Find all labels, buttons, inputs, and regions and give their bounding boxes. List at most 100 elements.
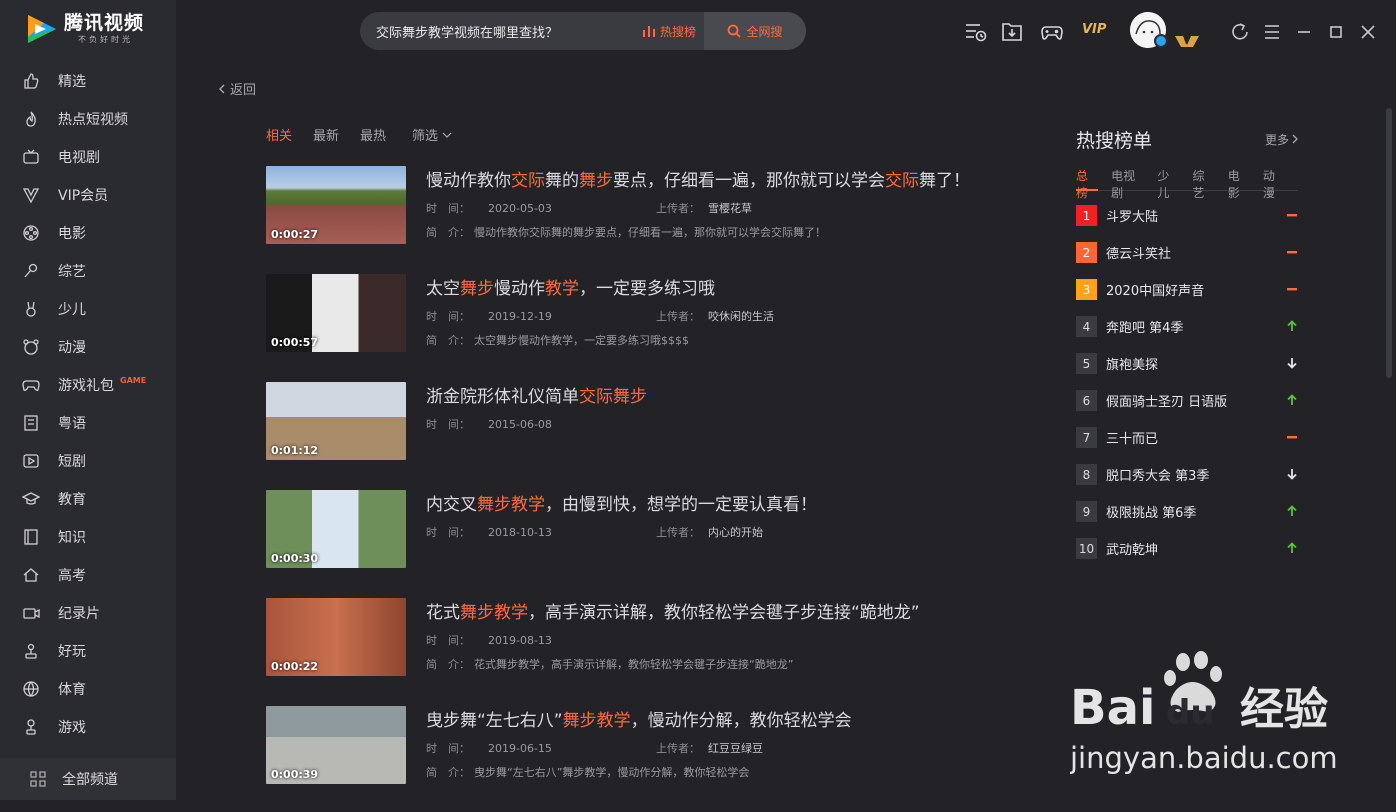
search-box: 热搜榜 全网搜 xyxy=(360,12,806,50)
sidebar-item-14[interactable]: 纪录片 xyxy=(0,594,176,632)
video-title[interactable]: 慢动作教你交际舞的舞步要点，仔细看一遍，那你就可以学会交际舞了！ xyxy=(426,166,970,191)
title-text: 浙金院形体礼仪简单 xyxy=(426,387,579,407)
sidebar-item-15[interactable]: 好玩 xyxy=(0,632,176,670)
sidebar-item-13[interactable]: 高考 xyxy=(0,556,176,594)
sidebar-item-8[interactable]: 游戏礼包 GAME xyxy=(0,366,176,404)
more-link[interactable]: 更多 xyxy=(1265,131,1298,148)
hot-tab-4[interactable]: 电影 xyxy=(1228,164,1250,200)
app-logo[interactable]: 腾讯视频 不负好时光 xyxy=(24,12,144,46)
video-duration: 0:01:12 xyxy=(271,444,319,457)
sidebar-item-6[interactable]: 少儿 xyxy=(0,290,176,328)
uploader-name[interactable]: 咬休闲的生活 xyxy=(708,310,774,323)
sidebar-item-1[interactable]: 热点短视频 xyxy=(0,100,176,138)
sidebar-item-5[interactable]: 综艺 xyxy=(0,252,176,290)
trend-flat-icon xyxy=(1287,251,1297,254)
tab-latest[interactable]: 最新 xyxy=(313,125,339,144)
hot-tab-5[interactable]: 动漫 xyxy=(1263,164,1285,200)
hot-panel-title: 热搜榜单 xyxy=(1076,129,1153,152)
video-thumbnail[interactable]: 0:00:22 xyxy=(266,598,406,676)
hot-rank-item[interactable]: 4 奔跑吧 第4季 xyxy=(1076,308,1298,345)
trend-up-icon xyxy=(1287,505,1297,516)
tab-relevant[interactable]: 相关 xyxy=(266,125,292,144)
hot-rank-item[interactable]: 8 脱口秀大会 第3季 xyxy=(1076,456,1298,493)
video-thumbnail[interactable]: 0:00:57 xyxy=(266,274,406,352)
close-icon[interactable] xyxy=(1356,20,1380,44)
hot-tab-1[interactable]: 电视剧 xyxy=(1111,164,1144,200)
tab-hottest[interactable]: 最热 xyxy=(360,125,386,144)
trend-down-icon xyxy=(1287,358,1297,369)
hot-rank-item[interactable]: 2 德云斗笑社 xyxy=(1076,234,1298,271)
hot-rank-item[interactable]: 9 极限挑战 第6季 xyxy=(1076,493,1298,530)
all-channels-button[interactable]: 全部频道 xyxy=(0,758,176,800)
vip-level-badge-icon: V xyxy=(1175,36,1199,47)
hot-rank-item[interactable]: 10 武动乾坤 xyxy=(1076,530,1298,567)
uploader-name[interactable]: 内心的开始 xyxy=(708,526,763,539)
sidebar-item-9[interactable]: 粤语 xyxy=(0,404,176,442)
result-item[interactable]: 0:00:39 曳步舞“左七右八”舞步教学，慢动作分解，教你轻松学会时 间： 201… xyxy=(266,704,1046,812)
title-text: 花式 xyxy=(426,603,460,623)
result-item[interactable]: 0:00:57 太空舞步慢动作教学，一定要多练习哦时 间： 2019-12-19 上传… xyxy=(266,272,1046,380)
sidebar-item-7[interactable]: 动漫 xyxy=(0,328,176,366)
title-highlight: 舞步教学 xyxy=(460,603,528,623)
hot-search-button[interactable]: 热搜榜 xyxy=(634,12,704,50)
sidebar-item-10[interactable]: 短剧 xyxy=(0,442,176,480)
back-button[interactable]: 返回 xyxy=(218,79,256,98)
hot-tab-3[interactable]: 综艺 xyxy=(1193,164,1215,200)
result-item[interactable]: 0:01:12 浙金院形体礼仪简单交际舞步时 间： 2015-06-08 xyxy=(266,380,1046,488)
video-thumbnail[interactable]: 0:00:27 xyxy=(266,166,406,244)
maximize-icon[interactable] xyxy=(1324,20,1348,44)
sidebar-item-label: 纪录片 xyxy=(58,606,100,622)
play-square-icon xyxy=(23,454,39,468)
watch-history-icon[interactable] xyxy=(964,20,988,44)
video-thumbnail[interactable]: 0:00:30 xyxy=(266,490,406,568)
joystick-icon xyxy=(25,643,37,659)
search-input[interactable] xyxy=(360,12,634,50)
title-text: 舞了！ xyxy=(919,171,970,191)
date-label: 时 间： xyxy=(426,310,470,323)
download-folder-icon[interactable] xyxy=(1000,20,1024,44)
filter-dropdown[interactable]: 筛选 xyxy=(412,125,452,144)
video-title[interactable]: 曳步舞“左七右八”舞步教学，慢动作分解，教你轻松学会 xyxy=(426,706,852,731)
gamepad-icon[interactable] xyxy=(1040,20,1064,44)
result-item[interactable]: 0:00:30 内交叉舞步教学，由慢到快，想学的一定要认真看！ 时 间： 2018-1… xyxy=(266,488,1046,596)
sidebar-item-0[interactable]: 精选 xyxy=(0,62,176,100)
title-highlight: 交际 xyxy=(885,171,919,191)
hot-tab-2[interactable]: 少儿 xyxy=(1157,164,1179,200)
sidebar-item-11[interactable]: 教育 xyxy=(0,480,176,518)
result-item[interactable]: 0:00:22 花式舞步教学，高手演示详解，教你轻松学会毽子步连接“跪地龙” 时 间… xyxy=(266,596,1046,704)
scrollbar[interactable] xyxy=(1386,108,1392,378)
title-text: 慢动作 xyxy=(494,279,545,299)
video-title[interactable]: 花式舞步教学，高手演示详解，教你轻松学会毽子步连接“跪地龙” xyxy=(426,598,920,623)
vip-button[interactable]: VIP xyxy=(1082,22,1106,37)
sidebar-item-label: 精选 xyxy=(58,74,86,90)
web-search-button[interactable]: 全网搜 xyxy=(704,12,806,50)
sidebar-item-4[interactable]: 电影 xyxy=(0,214,176,252)
sidebar-item-2[interactable]: 电视剧 xyxy=(0,138,176,176)
graduation-cap-icon xyxy=(22,492,40,505)
hot-search-label: 热搜榜 xyxy=(659,24,696,39)
minimize-icon[interactable] xyxy=(1292,20,1316,44)
sidebar-item-12[interactable]: 知识 xyxy=(0,518,176,556)
hot-rank-item[interactable]: 7 三十而已 xyxy=(1076,419,1298,456)
refresh-icon[interactable] xyxy=(1228,20,1252,44)
video-title[interactable]: 太空舞步慢动作教学，一定要多练习哦 xyxy=(426,274,715,299)
uploader-name[interactable]: 红豆豆绿豆 xyxy=(708,742,763,755)
video-title[interactable]: 浙金院形体礼仪简单交际舞步 xyxy=(426,382,647,407)
video-title[interactable]: 内交叉舞步教学，由慢到快，想学的一定要认真看！ xyxy=(426,490,817,515)
hot-rank-item[interactable]: 3 2020中国好声音 xyxy=(1076,271,1298,308)
uploader-name[interactable]: 雪樱花草 xyxy=(708,202,752,215)
hot-rank-item[interactable]: 5 旗袍美探 xyxy=(1076,345,1298,382)
video-thumbnail[interactable]: 0:01:12 xyxy=(266,382,406,460)
hot-rank-item[interactable]: 1 斗罗大陆 xyxy=(1076,197,1298,234)
hot-tab-0[interactable]: 总榜 xyxy=(1076,164,1099,200)
sidebar-item-17[interactable]: 游戏 xyxy=(0,708,176,746)
date-label: 时 间： xyxy=(426,418,470,431)
sidebar-item-16[interactable]: 体育 xyxy=(0,670,176,708)
sidebar-item-3[interactable]: VIP会员 xyxy=(0,176,176,214)
result-item[interactable]: 0:00:27 慢动作教你交际舞的舞步要点，仔细看一遍，那你就可以学会交际舞了！时… xyxy=(266,164,1046,272)
tv-icon xyxy=(23,149,39,164)
hot-rank-item[interactable]: 6 假面骑士圣刃 日语版 xyxy=(1076,382,1298,419)
video-thumbnail[interactable]: 0:00:39 xyxy=(266,706,406,784)
menu-icon[interactable] xyxy=(1260,20,1284,44)
vip-crown-icon xyxy=(22,188,40,204)
